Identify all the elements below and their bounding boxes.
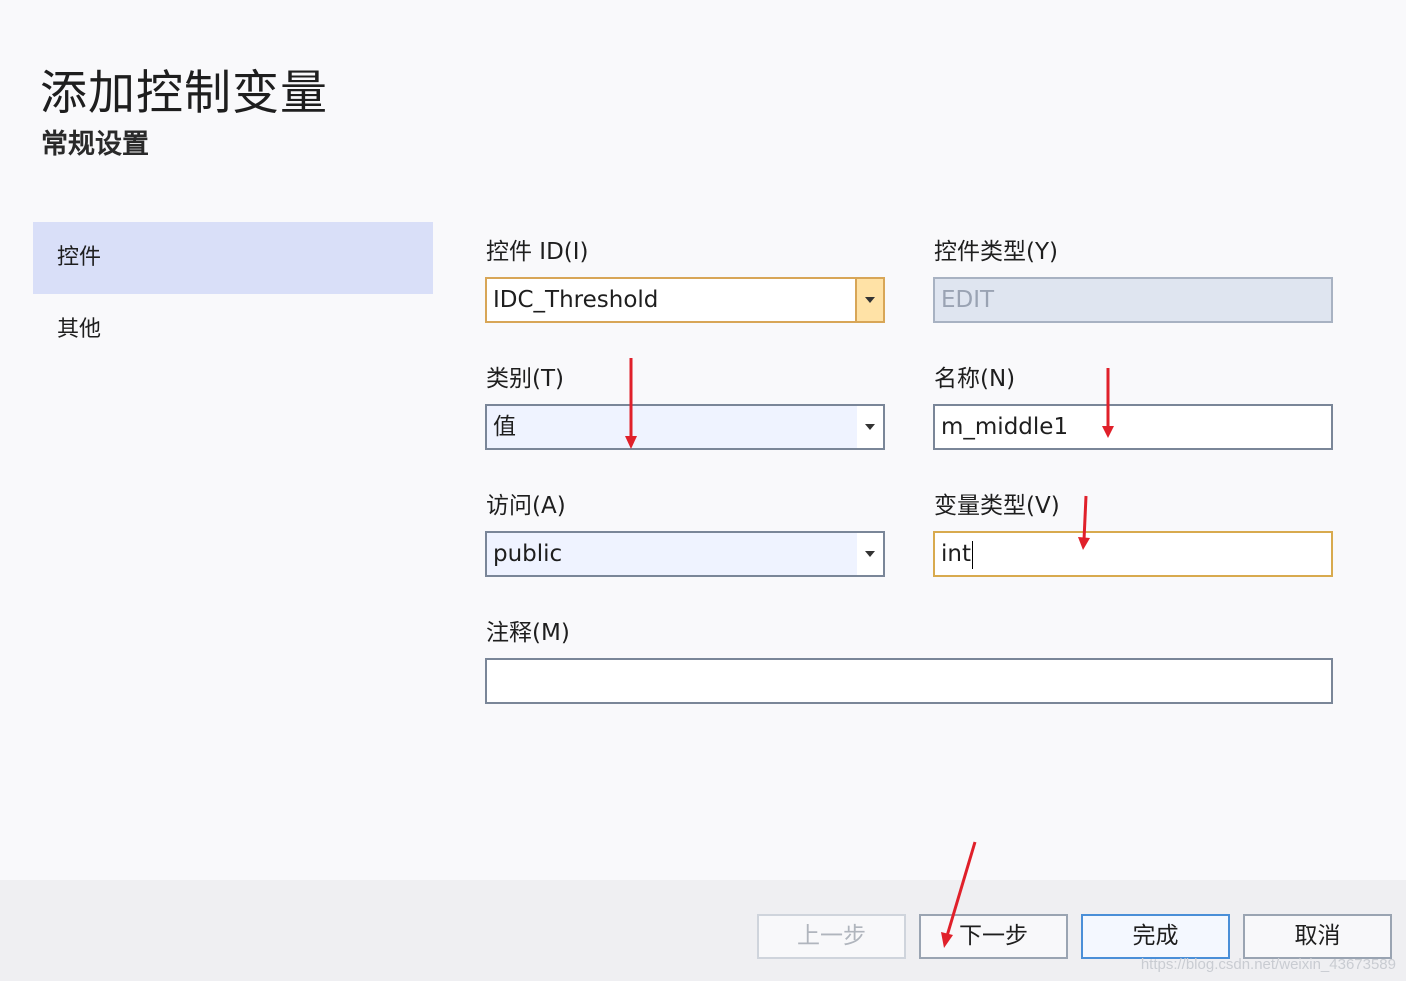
control-id-dropdown-button[interactable] [855, 279, 883, 321]
sidebar-item-controls[interactable]: 控件 [33, 222, 433, 294]
comment-label: 注释(M) [486, 620, 570, 646]
chevron-down-icon [865, 424, 875, 430]
next-button[interactable]: 下一步 [919, 914, 1068, 959]
watermark: https://blog.csdn.net/weixin_43673589 [1140, 956, 1396, 973]
annotation-arrows [625, 358, 1114, 948]
access-combobox[interactable]: public [485, 531, 885, 577]
access-dropdown-button[interactable] [857, 533, 883, 575]
access-label: 访问(A) [486, 493, 566, 519]
control-type-label: 控件类型(Y) [934, 239, 1058, 265]
category-combobox[interactable]: 值 [485, 404, 885, 450]
variable-type-label: 变量类型(V) [934, 493, 1060, 519]
variable-type-input[interactable]: int [933, 531, 1333, 577]
control-type-field: EDIT [933, 277, 1333, 323]
cancel-button[interactable]: 取消 [1243, 914, 1392, 959]
dialog-title: 添加控制变量 [40, 66, 328, 121]
dialog-subtitle: 常规设置 [41, 129, 149, 160]
category-dropdown-button[interactable] [857, 406, 883, 448]
name-label: 名称(N) [934, 366, 1016, 392]
chevron-down-icon [865, 297, 875, 303]
category-label: 类别(T) [486, 366, 564, 392]
category-value: 值 [493, 414, 516, 440]
name-input[interactable]: m_middle1 [933, 404, 1333, 450]
comment-input[interactable] [485, 658, 1333, 704]
control-id-label: 控件 ID(I) [486, 239, 589, 265]
sidebar-item-other[interactable]: 其他 [33, 294, 433, 366]
finish-button[interactable]: 完成 [1081, 914, 1230, 959]
prev-button[interactable]: 上一步 [757, 914, 906, 959]
name-value: m_middle1 [941, 414, 1069, 440]
chevron-down-icon [865, 551, 875, 557]
sidebar-nav: 控件 其他 [33, 222, 433, 366]
variable-type-value: int [941, 541, 971, 567]
control-id-combobox[interactable]: IDC_Threshold [485, 277, 885, 323]
access-value: public [493, 541, 563, 567]
control-id-value: IDC_Threshold [493, 287, 659, 313]
control-type-value: EDIT [941, 287, 995, 313]
text-caret [972, 540, 973, 569]
